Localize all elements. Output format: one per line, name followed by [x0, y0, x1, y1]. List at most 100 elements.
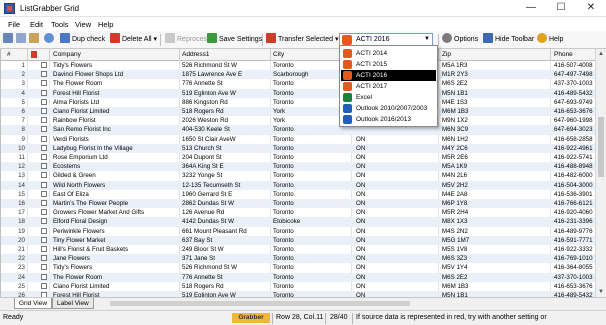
header-zip[interactable]: Zip: [442, 51, 451, 58]
cell-company[interactable]: Ecostems: [53, 162, 177, 171]
cell-company[interactable]: Tidy's Flowers: [53, 61, 177, 70]
cell-city[interactable]: Toronto: [273, 153, 343, 162]
cell-company[interactable]: Tidy's Flowers: [53, 263, 177, 272]
cell-zip[interactable]: M1R 2Y3: [442, 70, 502, 79]
table-row[interactable]: 20 Tiny Flower Market 637 Bay St Toronto ON M…: [1, 235, 595, 245]
cell-city[interactable]: Toronto: [273, 273, 343, 282]
cell-zip[interactable]: M5A 1R3: [442, 61, 502, 70]
cell-address[interactable]: 513 Church St: [182, 144, 270, 153]
horizontal-scrollbar[interactable]: [100, 300, 595, 307]
table-row[interactable]: 12 Ecostems 364A King St E Toronto ON M5A 1K9…: [1, 162, 595, 172]
scroll-thumb[interactable]: [598, 117, 604, 177]
close-button[interactable]: ✕: [576, 0, 606, 17]
table-row[interactable]: 17 Growers Flower Market And Gifts 126 Ave…: [1, 208, 595, 217]
row-checkbox[interactable]: [41, 264, 47, 271]
table-row[interactable]: 21 Hill's Florist & Fruit Baskets 249 Bloo…: [1, 245, 595, 254]
row-checkbox[interactable]: [41, 98, 47, 105]
cell-prov[interactable]: ON: [356, 263, 396, 272]
table-row[interactable]: 22 Jane Flowers 371 Jane St Toronto ON M6S 3Z…: [1, 254, 595, 264]
menu-help[interactable]: Help: [98, 20, 113, 29]
data-grid[interactable]: # Company Address1 City Zip Phone 1 Tidy'…: [0, 49, 595, 297]
cell-no[interactable]: 15: [3, 190, 25, 199]
cell-company[interactable]: East Of Eliza: [53, 190, 177, 199]
cell-company[interactable]: Periwinkle Flowers: [53, 227, 177, 236]
vertical-scrollbar[interactable]: ▲ ▼: [595, 49, 606, 297]
cell-phone[interactable]: 416-482-6000: [554, 171, 595, 180]
cell-no[interactable]: 10: [3, 144, 25, 153]
cell-address[interactable]: 1650 St Clair AveW: [182, 135, 270, 144]
cell-phone[interactable]: 416-922-3332: [554, 245, 595, 254]
cell-no[interactable]: 1: [3, 61, 25, 70]
table-row[interactable]: 1 Tidy's Flowers 526 Richmond St W Toronto M…: [1, 61, 595, 70]
row-checkbox[interactable]: [41, 218, 47, 225]
cell-phone[interactable]: 416-231-3396: [554, 217, 595, 226]
cell-prov[interactable]: ON: [356, 254, 396, 263]
row-checkbox[interactable]: [41, 126, 47, 133]
cell-phone[interactable]: 416-488-8948: [554, 162, 595, 171]
cell-phone[interactable]: 647-497-7498: [554, 70, 595, 79]
cell-prov[interactable]: ON: [356, 181, 396, 190]
dropdown-option-acti-2016[interactable]: ACTI 2016: [341, 70, 436, 81]
row-checkbox[interactable]: [41, 236, 47, 243]
dropdown-option-outlook-2016[interactable]: Outlook 2016/2013: [341, 114, 436, 125]
cell-address[interactable]: 404-530 Keele St: [182, 125, 270, 134]
cell-address[interactable]: 526 Richmond St W: [182, 263, 270, 272]
cell-no[interactable]: 23: [3, 263, 25, 272]
cell-prov[interactable]: ON: [356, 190, 396, 199]
header-row-number[interactable]: #: [7, 51, 11, 58]
cell-no[interactable]: 16: [3, 199, 25, 208]
cell-prov[interactable]: ON: [356, 217, 396, 226]
copy-icon[interactable]: [16, 33, 28, 47]
cell-address[interactable]: 776 Annette St: [182, 273, 270, 282]
cell-phone[interactable]: 416-920-4060: [554, 208, 595, 217]
table-row[interactable]: 6 Ciano Florist Limited 518 Rogers Rd York M…: [1, 107, 595, 117]
table-row[interactable]: 9 Verdi Florists 1650 St Clair AveW Toronto…: [1, 135, 595, 144]
row-checkbox[interactable]: [41, 80, 47, 87]
table-row[interactable]: 23 Tidy's Flowers 526 Richmond St W Toronto…: [1, 263, 595, 272]
table-row[interactable]: 15 East Of Eliza 1960 Gerrard St E Toronto O…: [1, 190, 595, 199]
scroll-thumb[interactable]: [110, 301, 410, 306]
cell-no[interactable]: 4: [3, 89, 25, 98]
header-phone[interactable]: Phone: [554, 51, 573, 58]
cell-address[interactable]: 519 Eglinton Ave W: [182, 89, 270, 98]
cell-zip[interactable]: M5S 1V8: [442, 245, 502, 254]
cell-no[interactable]: 8: [3, 125, 25, 134]
header-address[interactable]: Address1: [182, 51, 209, 58]
row-checkbox[interactable]: [41, 144, 47, 151]
cell-zip[interactable]: M6S 2E2: [442, 79, 502, 88]
dropdown-option-acti-2014[interactable]: ACTI 2014: [341, 48, 436, 59]
cell-company[interactable]: Alma Florists Ltd: [53, 98, 177, 107]
table-row[interactable]: 10 Ladybug Florist In the Village 513 Chur…: [1, 143, 595, 153]
row-checkbox[interactable]: [41, 190, 47, 197]
cell-prov[interactable]: ON: [356, 144, 396, 153]
cell-zip[interactable]: M5A 1K9: [442, 162, 502, 171]
cell-phone[interactable]: 437-370-1003: [554, 273, 595, 282]
cell-company[interactable]: The Flower Room: [53, 273, 177, 282]
cell-address[interactable]: 518 Rogers Rd: [182, 107, 270, 116]
cell-city[interactable]: Toronto: [273, 181, 343, 190]
cell-zip[interactable]: M4N 2L6: [442, 171, 502, 180]
help-button[interactable]: Help: [537, 33, 563, 47]
cell-company[interactable]: The Flower Room: [53, 79, 177, 88]
cell-zip[interactable]: M5N 1B1: [442, 89, 502, 98]
cell-zip[interactable]: M9N 1X2: [442, 116, 502, 125]
cell-company[interactable]: Tiny Flower Market: [53, 236, 177, 245]
row-checkbox[interactable]: [41, 172, 47, 179]
cell-zip[interactable]: M6N 1H2: [442, 135, 502, 144]
row-checkbox[interactable]: [41, 154, 47, 160]
row-checkbox[interactable]: [41, 273, 47, 280]
cell-zip[interactable]: M6M 1B3: [442, 282, 502, 291]
cell-city[interactable]: Toronto: [273, 162, 343, 171]
cell-prov[interactable]: ON: [356, 162, 396, 171]
menu-file[interactable]: File: [8, 20, 20, 29]
save-settings-button[interactable]: Save Settings: [207, 33, 262, 47]
scroll-down-icon[interactable]: ▼: [596, 287, 606, 297]
cell-no[interactable]: 21: [3, 245, 25, 254]
row-checkbox[interactable]: [41, 227, 47, 234]
cell-city[interactable]: York: [273, 116, 343, 125]
header-company[interactable]: Company: [53, 51, 81, 58]
cell-prov[interactable]: ON: [356, 208, 396, 217]
cell-no[interactable]: 5: [3, 98, 25, 107]
cell-zip[interactable]: M5G 1M7: [442, 236, 502, 245]
cell-prov[interactable]: ON: [356, 245, 396, 254]
